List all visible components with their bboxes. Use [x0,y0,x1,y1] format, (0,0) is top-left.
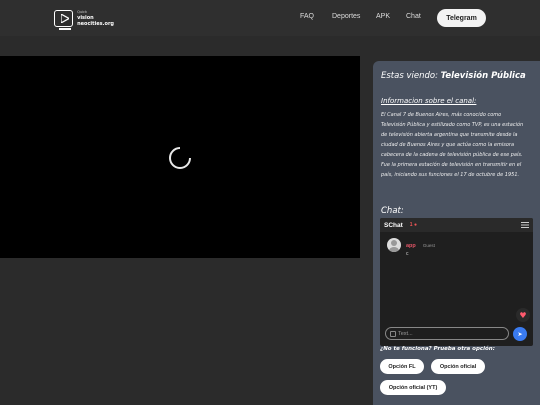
option-oficial-yt-button[interactable]: Opción oficial (YT) [380,380,446,395]
online-count: 1 ● [409,222,417,228]
send-button[interactable]: ➤ [513,327,527,341]
top-header: Quick vision neocities.org FAQ Deportes … [0,0,540,36]
chat-toolbar: SChat 1 ● [380,218,533,232]
user-avatar [387,238,401,252]
message-username[interactable]: app [406,243,416,249]
message-text: c [406,251,409,257]
chat-menu-icon[interactable] [521,221,529,229]
chat-input-placeholder: Text... [398,330,413,337]
telegram-button[interactable]: Telegram [437,9,486,27]
emoji-icon[interactable] [390,330,396,337]
channel-name: Televisión Pública [440,71,526,81]
send-icon: ➤ [517,330,523,338]
option-oficial-button[interactable]: Opción oficial [431,359,485,374]
online-count-value: 1 [409,222,413,228]
loading-spinner-icon [169,147,191,169]
chat-message-input[interactable]: Text... [385,327,509,340]
now-watching-heading: Estas viendo: Televisión Pública [381,71,526,81]
logo-text-line-3: neocities.org [77,21,114,27]
nav-chat[interactable]: Chat [406,13,421,20]
chat-title: Chat: [381,206,404,216]
site-logo[interactable]: Quick vision neocities.org [54,7,114,30]
alternative-prompt: ¿No te funciona? Prueba otra opción: [380,346,495,352]
nav-apk[interactable]: APK [376,13,390,20]
heart-icon[interactable]: ♥ [516,308,530,322]
nav-deportes[interactable]: Deportes [332,13,360,20]
tv-play-icon [54,9,74,30]
chat-brand: SChat [384,221,403,229]
channel-info-title: Informacion sobre el canal: [381,97,477,105]
now-watching-prefix: Estas viendo: [381,71,438,81]
nav-faq[interactable]: FAQ [300,13,314,20]
channel-info-text: El Canal 7 de Buenos Aires, más conocido… [381,112,524,178]
message-role: Guest [422,243,435,248]
option-fl-button[interactable]: Opción FL [380,359,424,374]
chat-message: app Guest c [387,238,435,258]
